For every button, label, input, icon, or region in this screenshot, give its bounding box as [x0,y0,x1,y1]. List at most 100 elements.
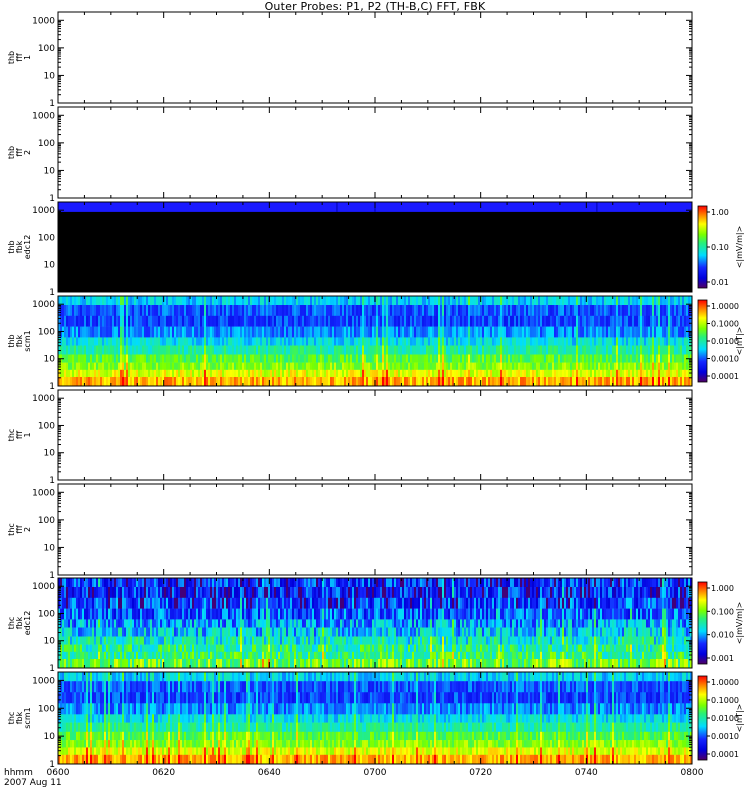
spectrogram-cell [382,315,385,327]
spectrogram-cell [424,296,427,306]
spectrogram-cell [318,296,321,306]
spectrogram-cell [268,608,271,620]
spectrogram-cell [534,345,537,355]
spectrogram-cell [90,337,93,346]
spectrogram-cell [198,619,201,628]
spectrogram-cell [640,345,643,355]
spectrogram-cell [254,587,257,599]
colorbar-tick-label: 0.0001 [711,372,739,381]
spectrogram-cell [622,354,625,363]
spectrogram-cell [62,597,65,609]
spectrogram-cell [368,305,371,317]
spectrogram-cell [632,362,635,371]
spectrogram-cell [114,578,117,588]
spectrogram-cell [248,644,251,653]
spectrogram-cell [582,354,585,363]
spectrogram-cell [662,362,665,371]
spectrogram-cell [232,587,235,599]
spectrogram-cell [346,296,349,306]
spectrogram-cell [514,296,517,306]
spectrogram-cell [84,587,87,599]
spectrogram-cell [222,354,225,363]
spectrogram-cell [104,619,107,628]
spectrogram-cell [64,636,67,645]
spectrogram-cell [500,345,503,355]
spectrogram-cell [186,326,189,338]
spectrogram-cell [236,377,239,387]
spectrogram-cell [138,315,141,327]
spectrogram-cell [308,377,311,387]
spectrogram-cell [168,597,171,609]
spectrogram-cell [514,337,517,346]
spectrogram-cell [236,636,239,645]
spectrogram-cell [594,326,597,338]
spectrogram-cell [152,619,155,628]
spectrogram-cell [64,326,67,338]
spectrogram-cell [218,345,221,355]
spectrogram-cell [188,354,191,363]
spectrogram-cell [134,315,137,327]
spectrogram-cell [374,315,377,327]
spectrogram-cell [66,597,69,609]
spectrogram-cell [90,369,93,378]
spectrogram-cell [334,326,337,338]
spectrogram-cell [268,636,271,645]
spectrogram-cell [150,644,153,653]
spectrogram-cell [164,377,167,387]
spectrogram-cell [552,326,555,338]
spectrogram-cell [558,326,561,338]
spectrogram-cell [246,345,249,355]
spectrogram-cell [186,337,189,346]
spectrogram-cell [204,587,207,599]
spectrogram-cell [116,326,119,338]
spectrogram-cell [236,644,239,653]
spectrogram-cell [262,345,265,355]
spectrogram-cell [630,296,633,306]
spectrogram-cell [90,619,93,628]
spectrogram-cell [96,644,99,653]
spectrogram-cell [86,305,89,317]
spectrogram-cell [280,326,283,338]
spectrogram-cell [78,627,81,637]
spectrogram-cell [504,354,507,363]
spectrogram-cell [458,296,461,306]
spectrogram-cell [78,377,81,387]
spectrogram-cell [160,644,163,653]
spectrogram-cell [340,296,343,306]
spectrogram-cell [112,305,115,317]
spectrogram-cell [632,377,635,387]
spectrogram-cell [84,354,87,363]
spectrogram-cell [138,619,141,628]
spectrogram-cell [414,315,417,327]
spectrogram-cell [74,345,77,355]
spectrogram-cell [106,377,109,387]
spectrogram-cell [60,315,63,327]
spectrogram-cell [170,326,173,338]
spectrogram-cell [576,315,579,327]
spectrogram-cell [174,636,177,645]
spectrogram-cell [356,362,359,371]
spectrogram-cell [370,296,373,306]
spectrogram-cell [142,296,145,306]
spectrogram-cell [234,587,237,599]
spectrogram-cell [590,377,593,387]
spectrogram-cell [120,354,123,363]
spectrogram-cell [482,354,485,363]
spectrogram-cell [272,627,275,637]
spectrogram-cell [216,587,219,599]
spectrogram-cell [306,337,309,346]
spectrogram-cell [158,337,161,346]
spectrogram-cell [384,305,387,317]
spectrogram-cell [174,326,177,338]
spectrogram-cell [204,578,207,588]
spectrogram-cell [686,362,689,371]
spectrogram-cell [208,659,211,669]
spectrogram-cell [476,354,479,363]
spectrogram-cell [200,315,203,327]
spectrogram-cell [218,636,221,645]
spectrogram-cell [644,296,647,306]
spectrogram-cell [182,369,185,378]
spectrogram-cell [174,587,177,599]
spectrogram-cell [140,578,143,588]
spectrogram-cell [272,377,275,387]
